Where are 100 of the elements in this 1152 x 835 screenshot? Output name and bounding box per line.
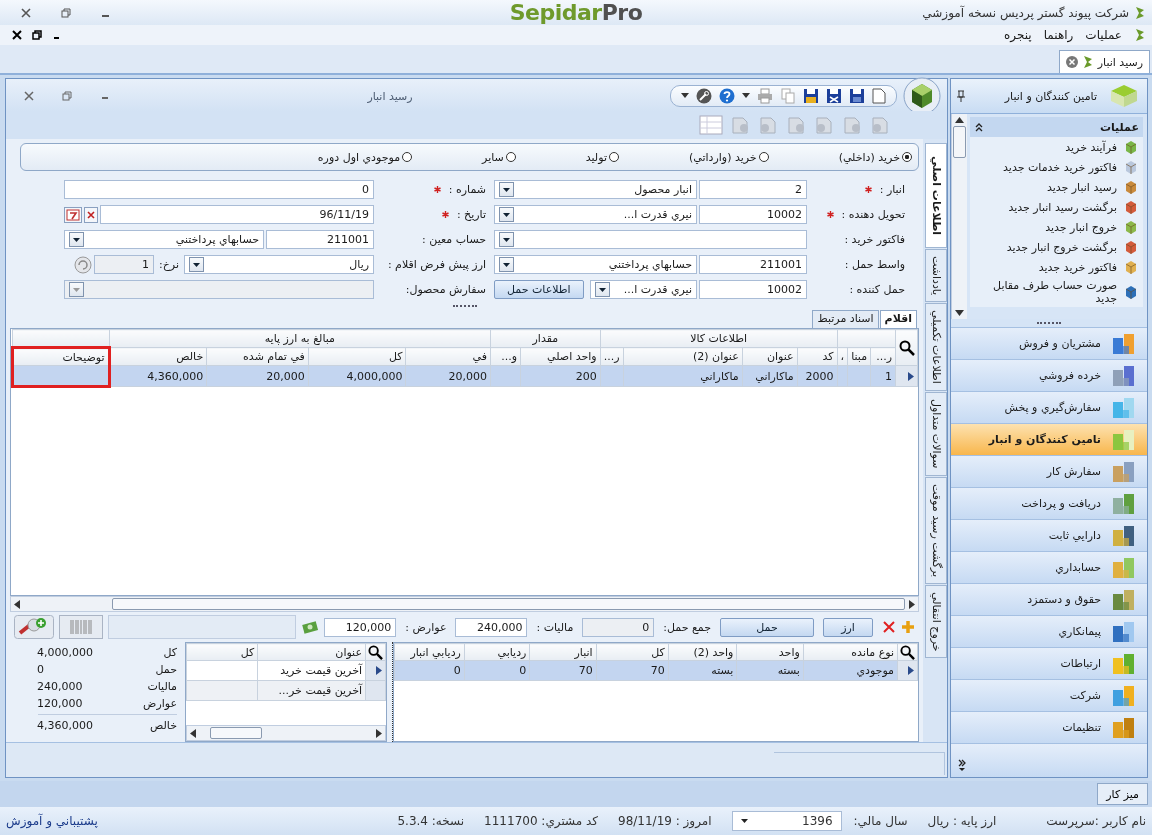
new-document-icon[interactable] <box>872 88 886 104</box>
module-button[interactable]: ارتباطات <box>951 647 1147 679</box>
module-button[interactable]: خرده فروشي <box>951 359 1147 391</box>
radio-option[interactable]: خريد (وارداتي) <box>689 150 769 164</box>
sidebar-link[interactable]: خروج انبار جديد <box>970 217 1143 237</box>
taskbar-button[interactable]: ميز کار <box>1097 783 1148 805</box>
module-button[interactable]: دارايي ثابت <box>951 519 1147 551</box>
amount-field[interactable]: 240,000 <box>455 617 528 637</box>
module-button[interactable]: پيمانکاري <box>951 615 1147 647</box>
code-field[interactable]: 211001 <box>699 255 807 274</box>
column-header[interactable]: واحد (2) <box>668 643 737 661</box>
dropdown-icon[interactable] <box>742 93 750 99</box>
toolbar-button[interactable]: ارز <box>823 617 873 637</box>
code-field[interactable]: 211001 <box>266 230 374 249</box>
combo-box[interactable]: نيري قدرت ا... <box>494 205 697 224</box>
side-tab[interactable]: برگشت رسيد موقت <box>925 476 947 584</box>
sidebar-link[interactable]: برگشت رسيد انبار جديد <box>970 197 1143 217</box>
radio-circle[interactable] <box>758 152 769 162</box>
side-tab[interactable]: سوالات متداول <box>925 392 947 476</box>
module-button[interactable]: تامين کنندگان و انبار <box>951 423 1147 455</box>
chevron-icon[interactable] <box>974 122 984 132</box>
sidebar-link[interactable]: رسيد انبار جديد <box>970 177 1143 197</box>
save-icon[interactable] <box>849 88 865 104</box>
module-button[interactable]: سفارش‌گيري و پخش <box>951 391 1147 423</box>
column-header[interactable]: نوع مانده <box>803 643 898 661</box>
dropdown-icon[interactable] <box>681 93 689 99</box>
side-tab[interactable]: يادداشت <box>925 249 947 303</box>
combo-box[interactable]: انبار محصول <box>494 180 697 199</box>
radio-circle[interactable] <box>402 152 413 162</box>
radio-circle[interactable] <box>609 152 619 162</box>
column-header[interactable]: عنوان <box>257 643 366 661</box>
pin-icon[interactable] <box>957 90 965 102</box>
combo-box[interactable]: ريال <box>184 255 374 274</box>
search-icon[interactable] <box>899 339 915 356</box>
column-header[interactable]: توضيحات <box>12 347 110 366</box>
arrow-left-icon[interactable] <box>190 728 196 738</box>
sidebar-link[interactable]: فرآيند خريد <box>970 137 1143 157</box>
module-button[interactable]: حسابداري <box>951 551 1147 583</box>
menu-item[interactable]: راهنما <box>1043 28 1074 42</box>
help-icon[interactable] <box>719 88 735 104</box>
column-header[interactable]: رديابي انبار <box>394 643 465 661</box>
wrench-icon[interactable] <box>696 88 712 104</box>
column-header[interactable]: رديابي <box>464 643 530 661</box>
caret-icon[interactable] <box>740 819 748 823</box>
close-icon[interactable] <box>21 7 31 18</box>
code-field[interactable]: 10002 <box>699 280 807 299</box>
module-button[interactable]: دريافت و پرداخت <box>951 487 1147 519</box>
sidebar-link[interactable]: فاکتور خريد جديد <box>970 257 1143 277</box>
radio-option[interactable]: توليد <box>585 150 619 164</box>
code-field[interactable]: 2 <box>699 180 807 199</box>
menu-item[interactable]: عمليات <box>1085 28 1122 42</box>
module-button[interactable]: سفارش کار <box>951 455 1147 487</box>
refresh-icon[interactable] <box>74 255 93 274</box>
arrow-right-icon[interactable] <box>909 599 915 609</box>
carrier-info-button[interactable]: اطلاعات حمل <box>494 280 584 299</box>
support-link[interactable]: پشتيباني و آموزش <box>6 814 98 828</box>
restore-icon[interactable] <box>32 30 42 40</box>
arrow-right-icon[interactable] <box>376 728 382 738</box>
radio-option[interactable]: ساير <box>482 150 516 164</box>
column-header[interactable]: انبار <box>529 643 597 661</box>
combo-box[interactable]: حسابهاي پرداختني <box>64 230 264 249</box>
sidebar-link[interactable]: فاکتور خريد خدمات جديد <box>970 157 1143 177</box>
toolbar-button[interactable]: حمل <box>720 617 814 637</box>
menu-item[interactable]: پنجره <box>1004 28 1032 42</box>
vertical-scrollbar[interactable] <box>951 114 967 319</box>
column-header[interactable]: ، <box>837 347 848 366</box>
horizontal-scrollbar[interactable] <box>186 725 386 741</box>
column-header[interactable]: کل <box>596 643 669 661</box>
print-icon[interactable] <box>757 88 773 104</box>
save-icon[interactable] <box>803 88 819 104</box>
module-button[interactable]: شرکت <box>951 679 1147 711</box>
side-tab[interactable]: اطلاعات اصلي <box>925 143 947 249</box>
delete-icon[interactable] <box>882 620 896 634</box>
tab[interactable]: اسناد مرتبط <box>812 310 879 328</box>
sidebar-link[interactable]: برگشت خروج انبار جديد <box>970 237 1143 257</box>
combo-box[interactable]: نيري قدرت ا... <box>589 280 697 299</box>
date-field[interactable]: 96/11/19 <box>100 205 374 224</box>
clear-icon[interactable] <box>84 206 98 223</box>
radio-option[interactable]: موجودي اول دوره <box>317 150 413 164</box>
column-header[interactable]: واحد <box>736 643 804 661</box>
section-header[interactable]: عمليات <box>970 117 1143 137</box>
fiscal-year-dropdown[interactable]: 1396 <box>731 811 842 831</box>
search-icon[interactable] <box>900 644 915 660</box>
save-icon[interactable] <box>826 88 842 104</box>
sidebar-link[interactable]: صورت حساب طرف مقابل جديد <box>970 277 1143 307</box>
scrollbar-thumb[interactable] <box>953 126 966 158</box>
radio-circle[interactable] <box>505 152 516 162</box>
arrow-left-icon[interactable] <box>14 599 20 609</box>
module-button[interactable]: حقوق و دستمزد <box>951 583 1147 615</box>
side-tab[interactable]: اطلاعات تکميلي <box>925 303 947 392</box>
search-icon[interactable] <box>368 644 383 660</box>
number-field[interactable]: 0 <box>64 180 374 199</box>
add-search-icon[interactable] <box>14 615 54 639</box>
money-icon[interactable] <box>301 620 320 634</box>
arrow-down-icon[interactable] <box>955 310 964 316</box>
close-icon[interactable] <box>12 30 22 40</box>
horizontal-scrollbar[interactable] <box>10 596 919 612</box>
document-tab[interactable]: رسيد انبار <box>1058 50 1150 73</box>
side-tab[interactable]: خروج انتقالي <box>925 584 947 659</box>
module-button[interactable]: تنظيمات <box>951 711 1147 743</box>
